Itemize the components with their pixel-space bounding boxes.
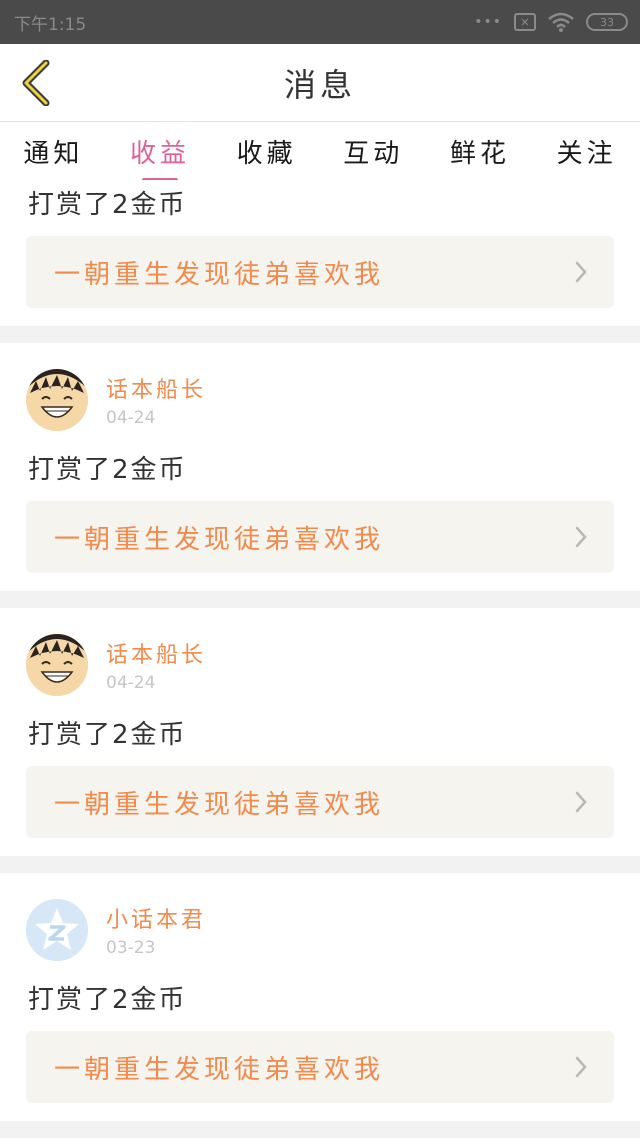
tab-flowers[interactable]: 鲜花 [450,127,510,176]
tab-favorites[interactable]: 收藏 [237,127,297,176]
chevron-left-icon [22,60,50,106]
tab-notifications[interactable]: 通知 [23,127,83,176]
back-button[interactable] [16,60,56,106]
username[interactable]: 话本船长 [106,637,206,669]
battery-icon: 33 [586,13,628,31]
book-title: 一朝重生发现徒弟喜欢我 [54,1054,385,1085]
book-title: 一朝重生发现徒弟喜欢我 [54,524,385,555]
reward-message: 打赏了2金币 [28,190,187,220]
reward-message: 打赏了2金币 [28,985,187,1015]
message-feed[interactable]: 打赏了2金币 一朝重生发现徒弟喜欢我 话本船长 04-24 打赏了2金币 一朝重… [0,180,640,1138]
book-link[interactable]: 一朝重生发现徒弟喜欢我 [26,1031,614,1103]
message-date: 04-24 [106,408,156,428]
message-date: 04-24 [106,673,156,693]
luffy-avatar-icon [26,634,88,696]
username[interactable]: 话本船长 [106,372,206,404]
avatar[interactable] [26,369,88,431]
book-link[interactable]: 一朝重生发现徒弟喜欢我 [26,766,614,838]
more-dots-icon: ••• [474,14,502,30]
luffy-avatar-icon [26,369,88,431]
header: 消息 [0,44,640,122]
message-date: 03-23 [106,938,156,958]
book-title: 一朝重生发现徒弟喜欢我 [54,789,385,820]
user-info[interactable]: 小话本君 03-23 [26,899,206,961]
tab-earnings[interactable]: 收益 [130,127,190,182]
page-title: 消息 [283,65,356,104]
list-item: 话本船长 04-24 打赏了2金币 一朝重生发现徒弟喜欢我 [0,343,640,591]
sim-icon: ✕ [514,13,536,31]
book-title: 一朝重生发现徒弟喜欢我 [54,259,385,290]
avatar[interactable] [26,634,88,696]
reward-message: 打赏了2金币 [28,455,187,485]
reward-message: 打赏了2金币 [28,720,187,750]
list-item: 打赏了2金币 一朝重生发现徒弟喜欢我 [0,180,640,326]
avatar[interactable] [26,899,88,961]
username[interactable]: 小话本君 [106,902,206,934]
battery-level: 33 [600,15,614,29]
list-item: 话本船长 04-24 打赏了2金币 一朝重生发现徒弟喜欢我 [0,608,640,856]
tab-following[interactable]: 关注 [557,127,617,176]
status-time: 下午1:15 [14,14,87,35]
wifi-icon [548,12,574,32]
user-info[interactable]: 话本船长 04-24 [26,369,206,431]
chevron-right-icon [575,1056,587,1078]
user-info[interactable]: 话本船长 04-24 [26,634,206,696]
book-link[interactable]: 一朝重生发现徒弟喜欢我 [26,236,614,308]
chevron-right-icon [575,791,587,813]
list-item: 小话本君 03-23 打赏了2金币 一朝重生发现徒弟喜欢我 [0,873,640,1121]
z-star-avatar-icon [26,899,88,961]
book-link[interactable]: 一朝重生发现徒弟喜欢我 [26,501,614,573]
chevron-right-icon [575,261,587,283]
status-icons: ••• ✕ 33 [474,12,628,32]
tab-interactions[interactable]: 互动 [343,127,403,176]
status-bar: 下午1:15 ••• ✕ 33 [0,0,640,44]
chevron-right-icon [575,526,587,548]
tab-bar: 通知 收益 收藏 互动 鲜花 关注 [0,122,640,182]
